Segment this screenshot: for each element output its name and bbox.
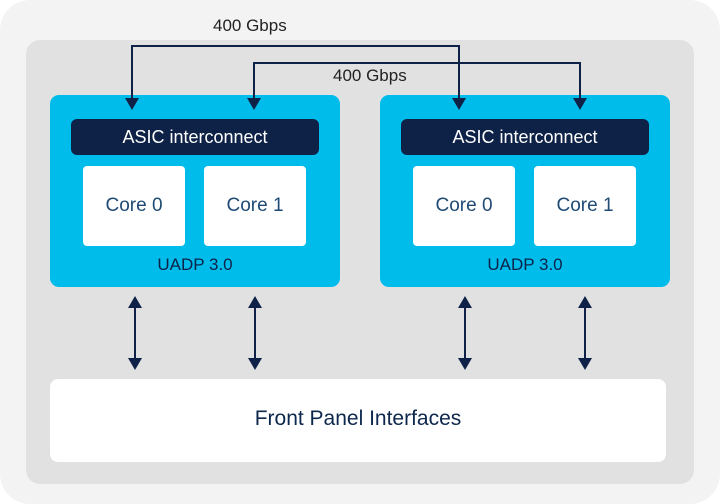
asic-interconnect-bar: ASIC interconnect <box>71 119 319 155</box>
uadp-asic-left: ASIC interconnect Core 0 Core 1 UADP 3.0 <box>50 95 340 287</box>
core-1-box: Core 1 <box>204 166 306 246</box>
core-0-box: Core 0 <box>83 166 185 246</box>
asic-interconnect-bar: ASIC interconnect <box>401 119 649 155</box>
uadp-label: UADP 3.0 <box>487 255 563 274</box>
uadp-asic-right: ASIC interconnect Core 0 Core 1 UADP 3.0 <box>380 95 670 287</box>
front-panel-interfaces-box: Front Panel Interfaces <box>50 379 666 462</box>
core-0-box: Core 0 <box>413 166 515 246</box>
link-bandwidth-label-second: 400 Gbps <box>333 66 407 85</box>
core-1-box: Core 1 <box>534 166 636 246</box>
uadp-label: UADP 3.0 <box>157 255 233 274</box>
link-bandwidth-label-top: 400 Gbps <box>213 16 287 35</box>
